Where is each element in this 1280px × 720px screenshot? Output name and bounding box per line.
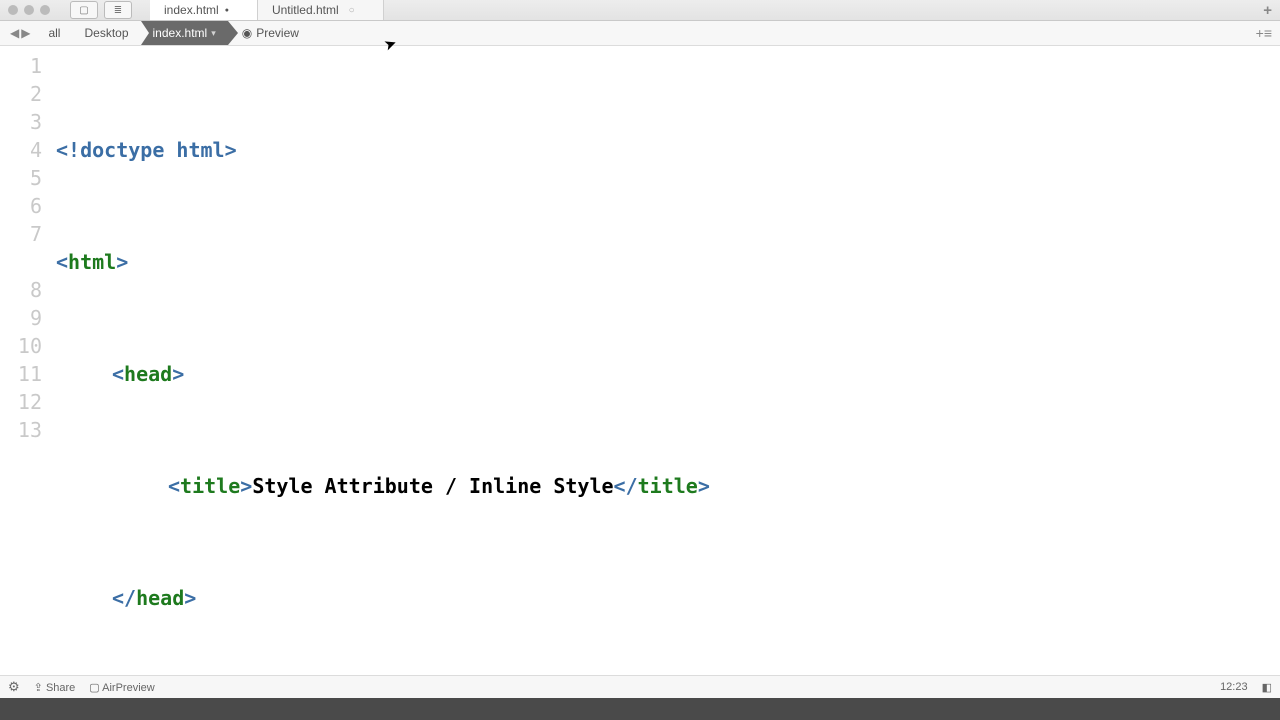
tab-close-icon[interactable]: ○ (349, 5, 355, 16)
airpreview-button[interactable]: ▢ AirPreview (89, 681, 154, 694)
tab-label: Untitled.html (272, 3, 339, 17)
breadcrumb-desktop[interactable]: Desktop (72, 21, 140, 45)
minimize-window-icon[interactable] (24, 5, 34, 15)
nav-back-icon[interactable]: ◀ (10, 26, 19, 40)
dirty-indicator-icon: ● (225, 7, 229, 14)
nav-forward-icon[interactable]: ▶ (21, 26, 30, 40)
zoom-window-icon[interactable] (40, 5, 50, 15)
code-editor[interactable]: 123 456 78 91011 1213 <!doctype html> <h… (0, 46, 1280, 675)
code-content[interactable]: <!doctype html> <html> <head> <title>Sty… (52, 46, 1280, 675)
breadcrumb-all[interactable]: all (36, 21, 72, 45)
breadcrumb-label: index.html (153, 26, 208, 40)
tab-untitled-html[interactable]: Untitled.html ○ (258, 0, 384, 20)
share-button[interactable]: ⇪ Share (34, 681, 76, 694)
breadcrumb-file[interactable]: index.html▾ (141, 21, 228, 45)
settings-gear-icon[interactable]: ⚙ (8, 679, 20, 695)
tab-strip: index.html ● Untitled.html ○ (150, 0, 384, 20)
chevron-down-icon: ▾ (211, 28, 216, 39)
add-panel-button[interactable]: +≡ (1256, 25, 1272, 41)
tab-index-html[interactable]: index.html ● (150, 0, 258, 20)
tab-label: index.html (164, 3, 219, 17)
panel-toggle-icon[interactable]: ◧ (1262, 681, 1272, 694)
line-numbers: 123 456 78 91011 1213 (0, 46, 52, 675)
cursor-position: 12:23 (1220, 681, 1248, 693)
breadcrumb-label: all (48, 26, 60, 40)
layout-toggle-icon[interactable]: ≣ (104, 1, 132, 19)
dock-hint (0, 698, 1280, 720)
sidebar-toggle-icon[interactable]: ▢ (70, 1, 98, 19)
close-window-icon[interactable] (8, 5, 18, 15)
preview-eye-icon[interactable]: ◉ (242, 26, 252, 40)
breadcrumb-label: Desktop (84, 26, 128, 40)
new-tab-button[interactable]: + (1263, 2, 1272, 19)
status-bar: ⚙ ⇪ Share ▢ AirPreview 12:23 ◧ (0, 675, 1280, 698)
preview-label[interactable]: Preview (256, 26, 299, 40)
titlebar: ▢ ≣ index.html ● Untitled.html ○ + (0, 0, 1280, 21)
breadcrumb-bar: ◀ ▶ all Desktop index.html▾ ◉ Preview +≡ (0, 21, 1280, 46)
code-token: <!doctype html> (56, 138, 237, 162)
window-controls[interactable] (8, 5, 50, 15)
